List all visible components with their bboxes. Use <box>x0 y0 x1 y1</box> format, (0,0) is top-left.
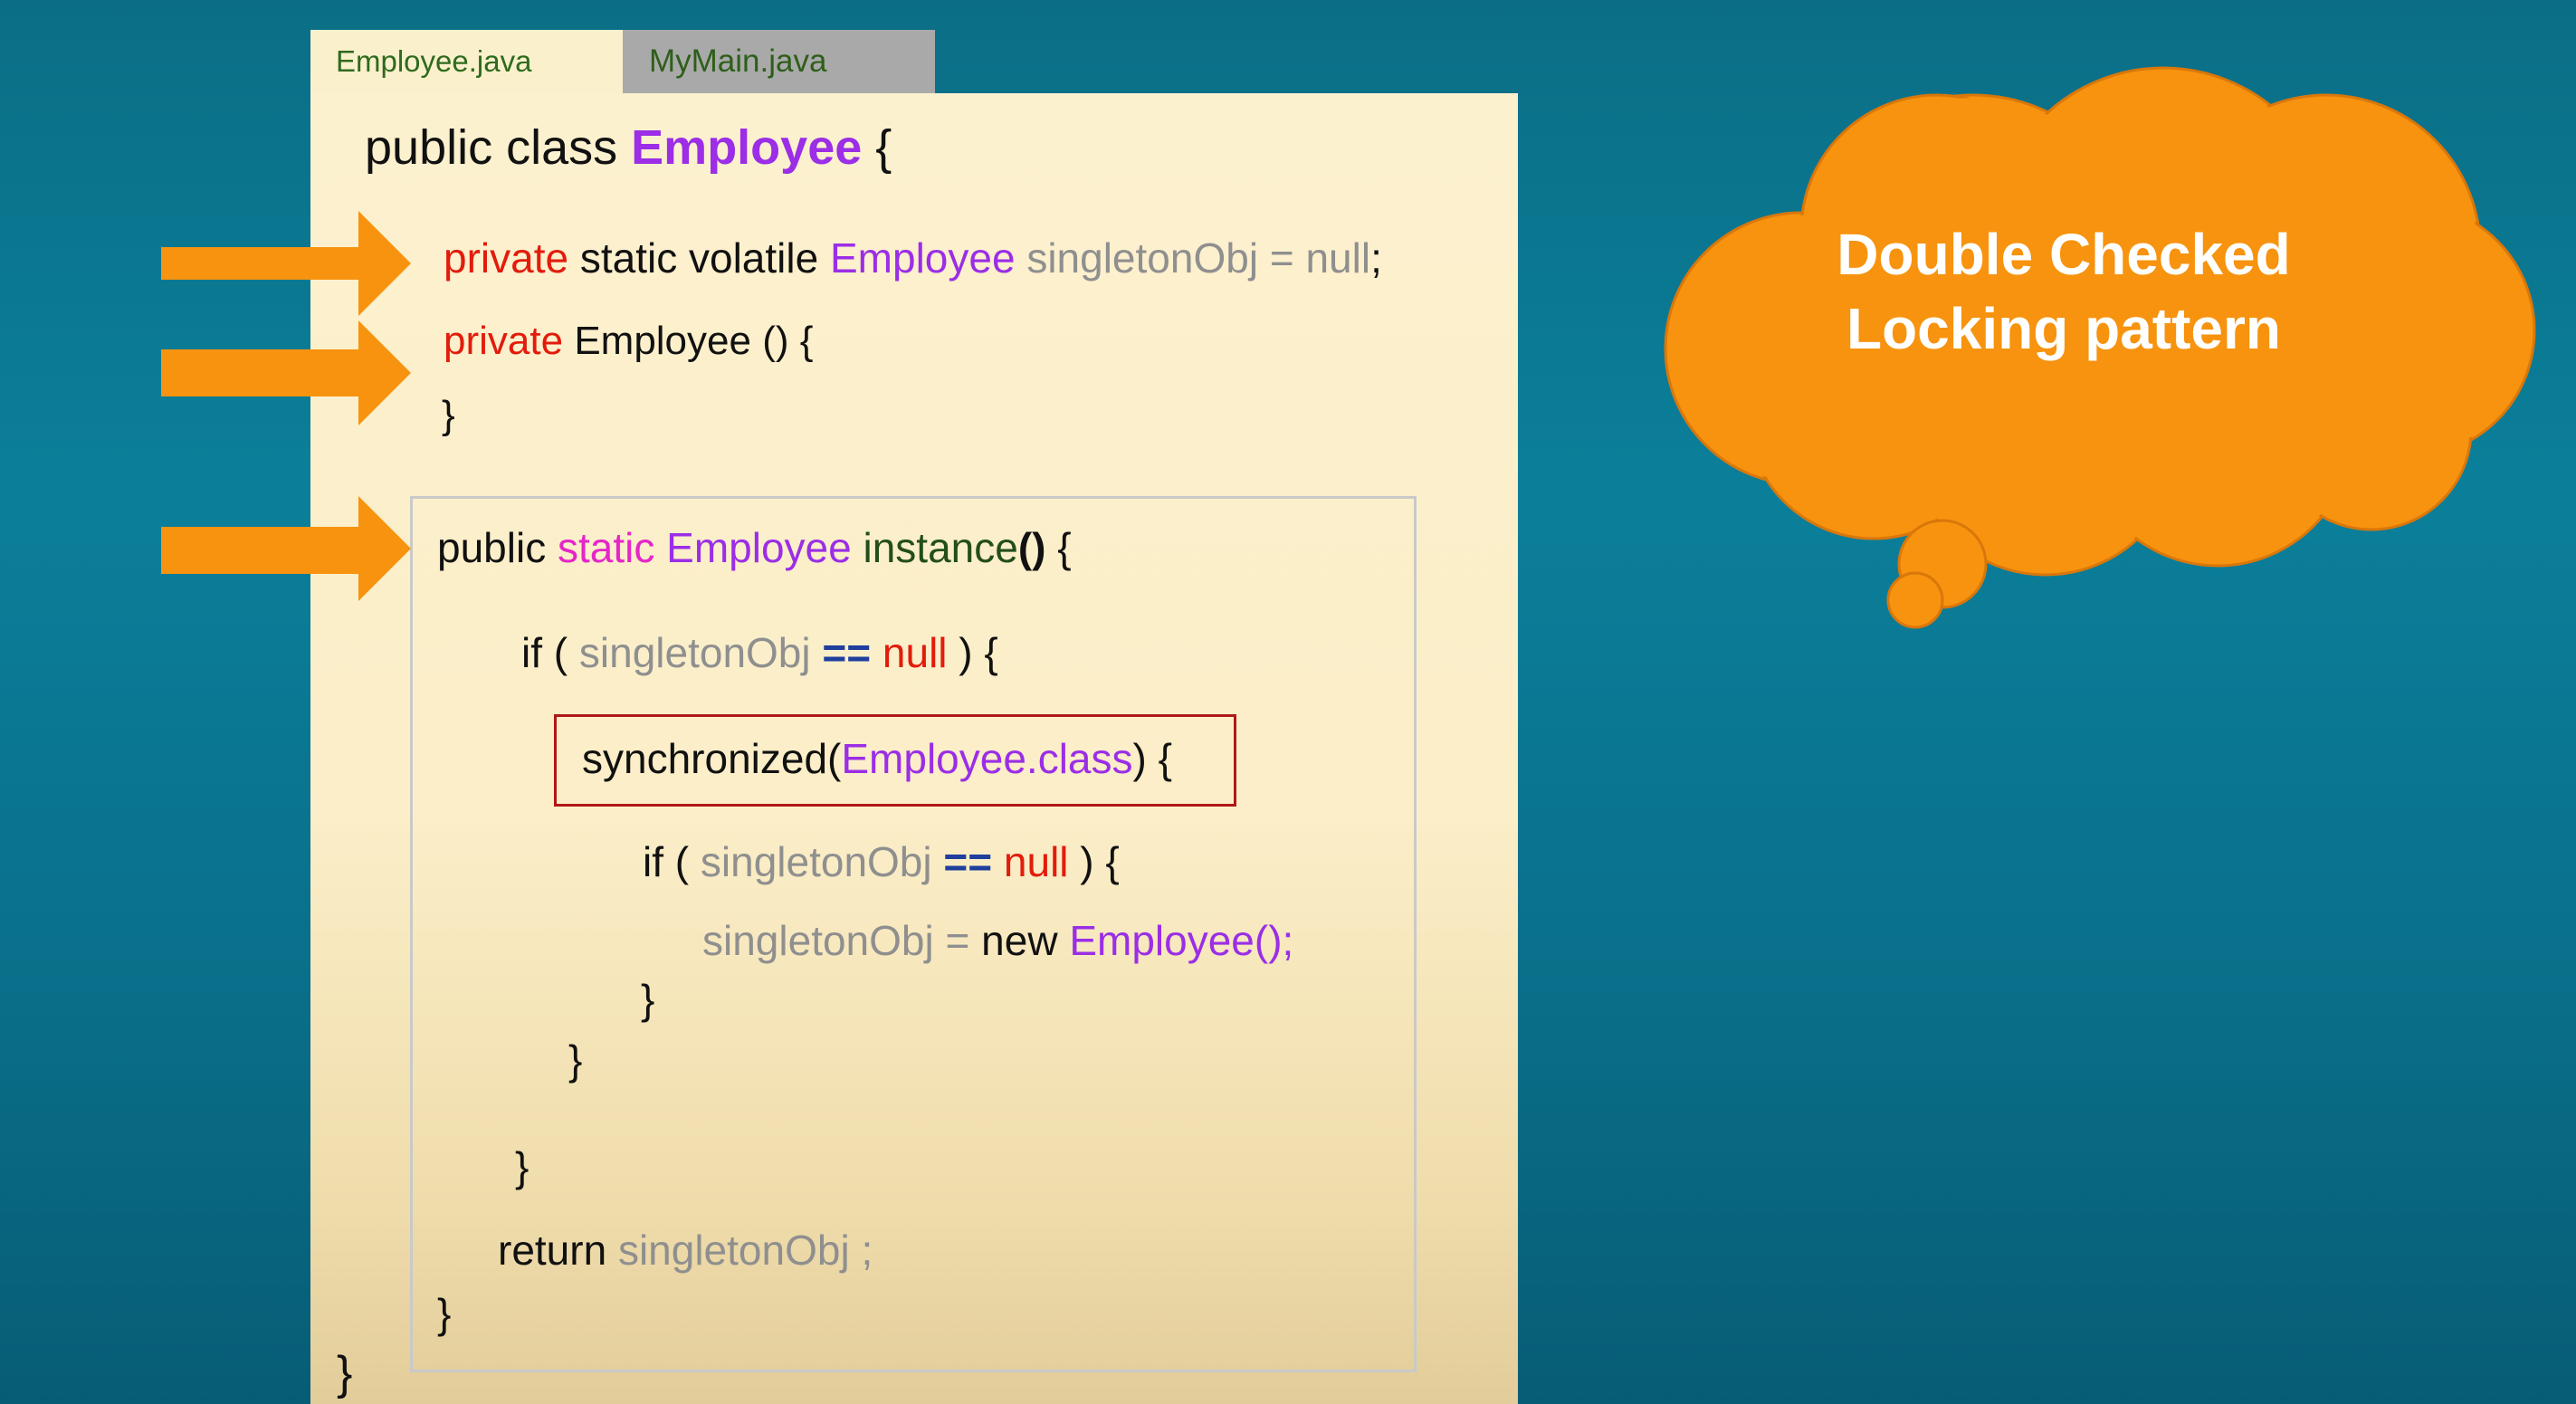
close-synchronized: } <box>568 1036 583 1084</box>
callout-text: Double Checked Locking pattern <box>1774 217 2353 366</box>
assignment-statement: singletonObj = new Employee(); <box>702 917 1294 964</box>
close-method: } <box>437 1290 452 1337</box>
tab-mymain-java[interactable]: MyMain.java <box>623 30 935 93</box>
field-declaration: private static volatile Employee singlet… <box>444 234 1382 282</box>
if-null-check-outer: if ( singletonObj == null ) { <box>521 629 998 676</box>
arrow-right-icon <box>161 211 411 316</box>
class-declaration: public class Employee { <box>365 120 892 175</box>
arrow-right-icon <box>161 496 411 601</box>
callout-line-1: Double Checked <box>1837 222 2291 287</box>
method-declaration: public static Employee instance() { <box>437 524 1072 571</box>
if-null-check-inner: if ( singletonObj == null ) { <box>643 838 1120 885</box>
synchronized-block: synchronized(Employee.class) { <box>582 735 1172 782</box>
tab-employee-java[interactable]: Employee.java <box>310 30 623 93</box>
constructor-declaration: private Employee () { <box>444 319 814 363</box>
return-statement: return singletonObj ; <box>498 1227 873 1274</box>
close-outer-if: } <box>515 1143 530 1190</box>
callout-line-2: Locking pattern <box>1846 296 2282 361</box>
close-class: } <box>337 1347 353 1399</box>
close-inner-if: } <box>641 976 655 1023</box>
arrow-right-icon <box>161 320 411 425</box>
class-name: Employee <box>631 120 863 175</box>
constructor-close-brace: } <box>442 393 455 437</box>
